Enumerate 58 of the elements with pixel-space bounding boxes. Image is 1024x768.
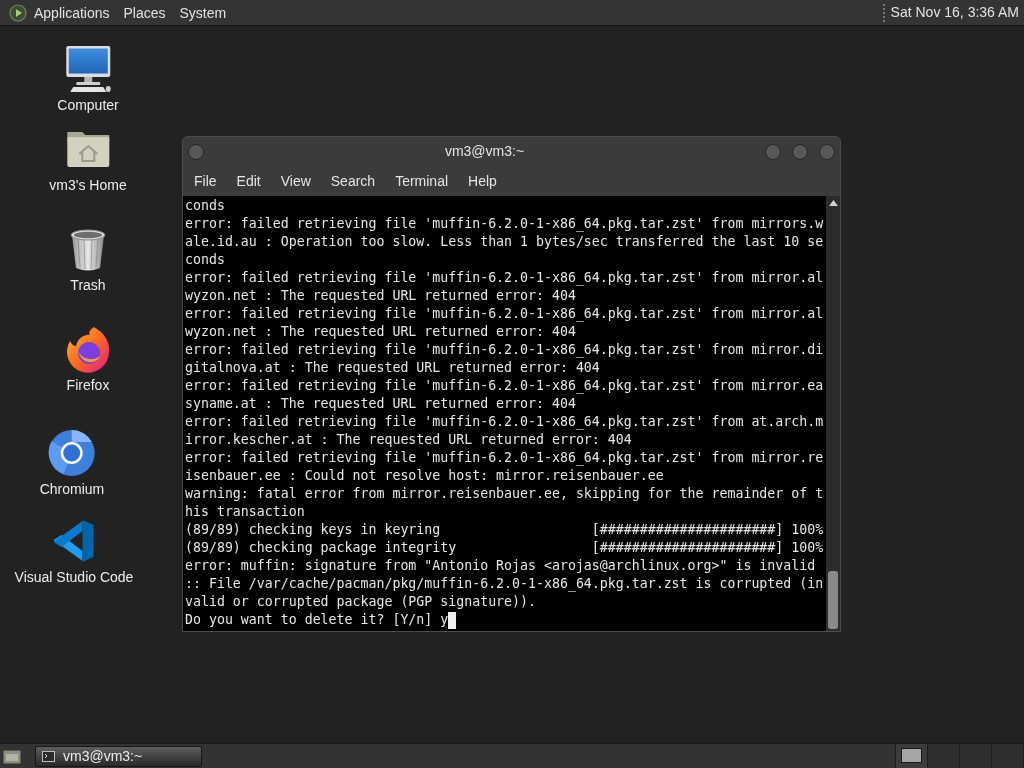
terminal-line: (89/89) checking keys in keyring [######################] 100% [185,521,824,539]
terminal-line: warning: fatal error from mirror.reisenbauer.ee, skipping for the remainder of t [185,485,824,503]
terminal-line: error: failed retrieving file 'muffin-6.2.0-1-x86_64.pkg.tar.zst' from mirror.re [185,449,824,467]
desktop-shortcut[interactable]: Visual Studio Code [14,517,134,585]
terminal-line: conds [185,251,225,269]
panel-menu[interactable]: Places [119,3,170,22]
window-thumbnail-icon [901,748,922,763]
terminal-line: his transaction [185,503,305,521]
scrollbar[interactable] [826,196,840,631]
ring-logo-icon [48,429,96,477]
flame-globe-icon [64,325,112,373]
terminal-line: error: failed retrieving file 'muffin-6.2.0-1-x86_64.pkg.tar.zst' from mirrors.w [185,215,824,233]
menu-item[interactable]: File [184,170,227,192]
desktop-shortcut[interactable]: vm3's Home [49,125,127,193]
terminal-icon [42,750,55,762]
terminal-line: wyzon.net : The requested URL returned error: 404 [185,287,576,305]
terminal-line: wyzon.net : The requested URL returned error: 404 [185,323,576,341]
maximize-button[interactable] [792,143,808,160]
panel-menu[interactable]: Applications [30,3,114,22]
terminal-line: error: failed retrieving file 'muffin-6.2.0-1-x86_64.pkg.tar.zst' from mirror.al [185,305,824,323]
terminal-line: conds [185,197,225,215]
terminal-line: error: failed retrieving file 'muffin-6.2.0-1-x86_64.pkg.tar.zst' from mirror.di [185,341,824,359]
desktop-shortcut[interactable]: Chromium [39,429,105,497]
terminal-line: ale.id.au : Operation too slow. Less than 1 bytes/sec transferred the last 10 se [185,233,824,251]
minimize-button[interactable] [765,143,781,160]
play-logo-icon[interactable] [9,3,27,22]
terminal-line: :: File /var/cache/pacman/pkg/muffin-6.2.0-1-x86_64.pkg.tar.zst is corrupted (in [185,575,824,593]
terminal-line: gitalnova.at : The requested URL returned error: 404 [185,359,600,377]
menu-item[interactable]: Help [458,170,507,192]
scroll-up-arrow-icon[interactable] [828,200,838,206]
clock[interactable]: Sat Nov 16, 3:36 AM [890,2,1019,23]
workspace-tile[interactable] [896,743,928,768]
window-title: vm3@vm3:~ [443,142,526,161]
scrollbar-thumb[interactable] [828,571,838,629]
menu-item[interactable]: Edit [226,170,271,192]
menu-item[interactable]: Search [320,170,386,192]
desktop-shortcut[interactable]: Firefox [64,325,112,393]
desktop-shortcut[interactable]: Trash [64,225,112,293]
terminal-line: irror.kescher.at : The requested URL returned error: 404 [185,431,632,449]
taskbar-button[interactable]: vm3@vm3:~ [35,745,202,767]
monitor-icon [64,45,112,93]
workspace-tile[interactable] [928,743,960,768]
terminal-line: valid or corrupted package (PGP signature)). [185,593,536,611]
terminal-line: (89/89) checking package integrity [######################] 100% [185,539,824,557]
terminal-line: Do you want to delete it? [Y/n] y [185,611,449,629]
panel-menu[interactable]: System [175,3,231,22]
window-menu-button[interactable] [188,143,204,160]
terminal-line: isenbauer.ee : Could not resolve host: mirror.reisenbauer.ee [185,467,664,485]
menu-item[interactable]: View [270,170,321,192]
terminal-line: syname.at : The requested URL returned error: 404 [185,395,576,413]
terminal-line: error: muffin: signature from "Antonio Rojas <arojas@archlinux.org>" is invalid [185,557,816,575]
menu-item[interactable]: Terminal [385,170,459,192]
terminal-line: error: failed retrieving file 'muffin-6.2.0-1-x86_64.pkg.tar.zst' from mirror.ea [185,377,824,395]
terminal-line: error: failed retrieving file 'muffin-6.2.0-1-x86_64.pkg.tar.zst' from at.arch.m [185,413,824,431]
show-desktop-icon[interactable] [3,748,21,764]
terminal-line: error: failed retrieving file 'muffin-6.2.0-1-x86_64.pkg.tar.zst' from mirror.al [185,269,824,287]
close-button[interactable] [819,143,835,160]
desktop-shortcut[interactable]: Computer [57,45,119,113]
